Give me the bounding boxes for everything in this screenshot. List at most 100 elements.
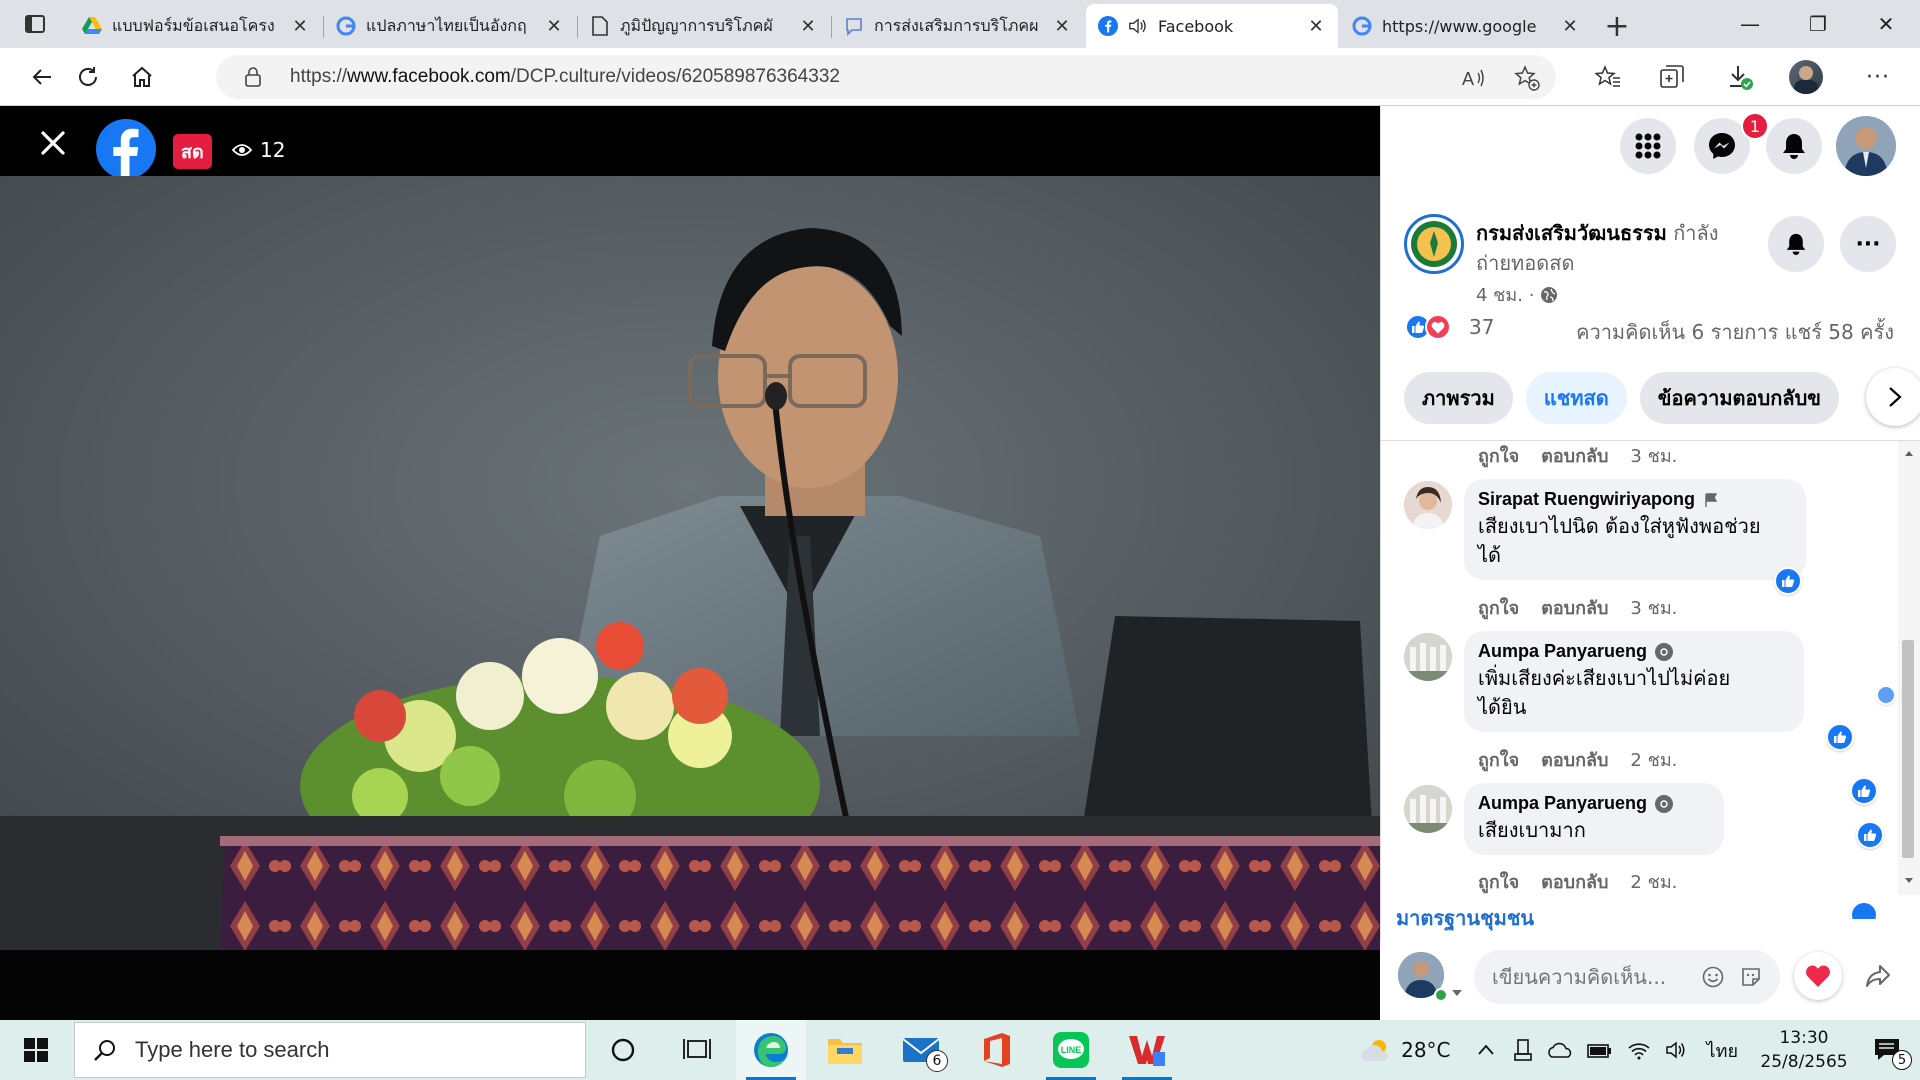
like-comment-link[interactable]: ถูกใจ <box>1478 593 1519 622</box>
taskbar-edge[interactable] <box>736 1020 806 1080</box>
browser-tab-2[interactable]: แปลภาษาไทยเป็นอังกฤ ✕ <box>324 4 578 48</box>
start-button[interactable] <box>0 1020 72 1080</box>
action-center-button[interactable]: 5 <box>1854 1020 1920 1080</box>
emoji-icon[interactable] <box>1702 966 1724 988</box>
taskbar-clock[interactable]: 13:30 25/8/2565 <box>1754 1026 1854 1074</box>
tab-replies[interactable]: ข้อความตอบกลับข <box>1639 372 1839 424</box>
reply-comment-link[interactable]: ตอบกลับ <box>1541 441 1608 470</box>
settings-menu-button[interactable]: ··· <box>1858 58 1898 96</box>
close-window-button[interactable]: ✕ <box>1852 0 1920 48</box>
sticker-icon[interactable] <box>1740 966 1762 988</box>
notifications-button[interactable] <box>1766 118 1822 174</box>
comment-time[interactable]: 3 ชม. <box>1630 593 1677 622</box>
close-tab-icon[interactable]: ✕ <box>1052 16 1072 37</box>
close-tab-icon[interactable]: ✕ <box>798 16 818 37</box>
minimize-button[interactable]: — <box>1716 0 1784 48</box>
page-avatar[interactable] <box>1404 214 1464 274</box>
tab-overview[interactable]: ภาพรวม <box>1404 372 1513 424</box>
close-tab-icon[interactable]: ✕ <box>1306 16 1326 37</box>
browser-tab-1[interactable]: แบบฟอร์มข้อเสนอโครง ✕ <box>70 4 324 48</box>
like-comment-link[interactable]: ถูกใจ <box>1478 441 1519 470</box>
profile-button[interactable] <box>1786 58 1826 96</box>
page-name-link[interactable]: กรมส่งเสริมวัฒนธรรม <box>1476 221 1667 245</box>
menu-button[interactable] <box>1620 118 1676 174</box>
comment-time[interactable]: 2 ชม. <box>1630 867 1677 896</box>
comment-input[interactable] <box>1492 950 1692 1004</box>
commenter-name[interactable]: Sirapat Ruengwiriyapong <box>1478 489 1792 510</box>
tabs-scroll-right-button[interactable] <box>1866 368 1920 426</box>
chevron-down-icon[interactable] <box>1452 990 1462 996</box>
close-video-icon[interactable] <box>38 128 68 158</box>
commenter-avatar[interactable] <box>1404 633 1452 681</box>
wifi-icon[interactable] <box>1627 1040 1651 1060</box>
reply-comment-link[interactable]: ตอบกลับ <box>1541 745 1608 774</box>
temperature-text[interactable]: 28°C <box>1401 1038 1450 1062</box>
close-tab-icon[interactable]: ✕ <box>290 16 310 37</box>
downloads-button[interactable] <box>1720 58 1760 96</box>
comment-time[interactable]: 3 ชม. <box>1630 441 1677 470</box>
taskbar-line[interactable]: LINE <box>1036 1020 1106 1080</box>
browser-tab-6[interactable]: https://www.google ✕ <box>1340 4 1592 48</box>
close-tab-icon[interactable]: ✕ <box>544 16 564 37</box>
collections-button[interactable] <box>1652 58 1692 96</box>
reply-comment-link[interactable]: ตอบกลับ <box>1541 867 1608 896</box>
tab-live-chat[interactable]: แชทสด <box>1525 372 1627 424</box>
video-player[interactable]: สด 12 <box>0 106 1380 1020</box>
taskbar-mail[interactable]: 6 <box>886 1020 956 1080</box>
usb-device-icon[interactable] <box>1513 1039 1533 1061</box>
love-reaction-button[interactable] <box>1794 952 1842 1000</box>
commenter-avatar[interactable] <box>1404 481 1452 529</box>
commenter-avatar[interactable] <box>1404 785 1452 833</box>
browser-tab-facebook[interactable]: Facebook ✕ <box>1086 4 1338 48</box>
comment-like-reaction-icon[interactable] <box>1774 567 1802 595</box>
account-avatar[interactable] <box>1836 116 1896 176</box>
speaker-icon[interactable] <box>1128 16 1148 36</box>
taskbar-file-explorer[interactable] <box>810 1020 880 1080</box>
weather-icon[interactable] <box>1359 1037 1393 1063</box>
restore-button[interactable]: ❐ <box>1784 0 1852 48</box>
back-button[interactable] <box>22 58 62 96</box>
close-tab-icon[interactable]: ✕ <box>1560 16 1580 37</box>
tab-actions-button[interactable] <box>0 0 70 48</box>
like-comment-link[interactable]: ถูกใจ <box>1478 867 1519 896</box>
reply-comment-link[interactable]: ตอบกลับ <box>1541 593 1608 622</box>
cortana-button[interactable] <box>588 1020 658 1080</box>
onedrive-icon[interactable] <box>1547 1041 1573 1059</box>
comment-like-reaction-icon[interactable] <box>1826 723 1854 751</box>
url-bar[interactable]: https://www.facebook.com/DCP.culture/vid… <box>216 55 1556 99</box>
task-view-button[interactable] <box>662 1020 732 1080</box>
community-standards-link[interactable]: มาตรฐานชุมชน <box>1396 902 1534 934</box>
post-options-button[interactable]: ··· <box>1840 216 1896 272</box>
lock-icon[interactable] <box>244 67 262 87</box>
scroll-thumb[interactable] <box>1902 640 1914 858</box>
url-text[interactable]: https://www.facebook.com/DCP.culture/vid… <box>290 66 840 88</box>
scroll-up-icon[interactable] <box>1904 449 1914 457</box>
commenter-name[interactable]: Aumpa Panyarueng <box>1478 793 1710 814</box>
favorites-button[interactable] <box>1588 58 1628 96</box>
browser-tab-4[interactable]: การส่งเสริมการบริโภคผ ✕ <box>832 4 1084 48</box>
battery-icon[interactable] <box>1586 1041 1613 1059</box>
refresh-button[interactable] <box>68 58 108 96</box>
commenter-name[interactable]: Aumpa Panyarueng <box>1478 641 1790 662</box>
like-comment-link[interactable]: ถูกใจ <box>1478 745 1519 774</box>
follow-notifications-button[interactable] <box>1768 216 1824 272</box>
reaction-summary[interactable]: 37 <box>1405 314 1494 340</box>
live-video-frame[interactable] <box>0 176 1380 950</box>
read-aloud-icon[interactable]: A <box>1462 67 1486 89</box>
taskbar-search-box[interactable]: Type here to search <box>74 1022 586 1078</box>
home-button[interactable] <box>122 58 162 96</box>
add-favorite-icon[interactable] <box>1514 65 1540 91</box>
input-language[interactable]: ไทย <box>1707 1036 1738 1065</box>
volume-icon[interactable] <box>1665 1040 1689 1060</box>
taskbar-wps[interactable] <box>1112 1020 1182 1080</box>
new-tab-button[interactable]: + <box>1594 4 1640 48</box>
taskbar-office[interactable] <box>962 1020 1032 1080</box>
scroll-down-icon[interactable] <box>1904 877 1914 885</box>
post-stats[interactable]: ความคิดเห็น 6 รายการ แชร์ 58 ครั้ง <box>1576 316 1894 348</box>
browser-tab-3[interactable]: ภูมิปัญญาการบริโภคผั ✕ <box>578 4 832 48</box>
comment-time[interactable]: 2 ชม. <box>1630 745 1677 774</box>
share-button[interactable] <box>1854 952 1902 1000</box>
facebook-logo-icon[interactable] <box>96 119 156 179</box>
chevron-up-icon[interactable] <box>1477 1044 1495 1056</box>
post-time[interactable]: 4 ชม. · <box>1476 280 1534 309</box>
